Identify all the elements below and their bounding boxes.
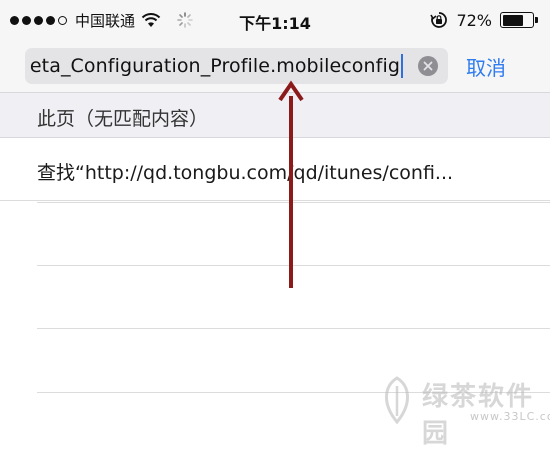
annotation-arrow: [278, 80, 304, 288]
battery-percent: 72%: [456, 10, 492, 30]
rotation-lock-icon: [430, 12, 448, 28]
cancel-button[interactable]: 取消: [466, 52, 506, 81]
url-input[interactable]: eta_Configuration_Profile.mobileconfig: [25, 48, 448, 84]
close-icon: [423, 61, 433, 71]
section-header-label: 此页（无匹配内容）: [37, 108, 209, 130]
status-bar: 中国联通 下午1:14 72%: [0, 0, 550, 40]
clear-text-button[interactable]: [418, 56, 438, 76]
list-separator: [37, 328, 550, 329]
watermark: 绿茶软件园 www.33LC.com: [378, 372, 550, 449]
status-right: 72%: [430, 9, 538, 31]
battery-icon: [500, 12, 538, 28]
url-input-text[interactable]: eta_Configuration_Profile.mobileconfig: [30, 55, 400, 77]
text-caret: [401, 54, 403, 78]
find-on-page-label: 查找“http://qd.tongbu.com/qd/itunes/confi.…: [37, 162, 454, 184]
watermark-url: www.33LC.com: [470, 410, 550, 423]
leaf-logo-icon: [385, 376, 409, 424]
